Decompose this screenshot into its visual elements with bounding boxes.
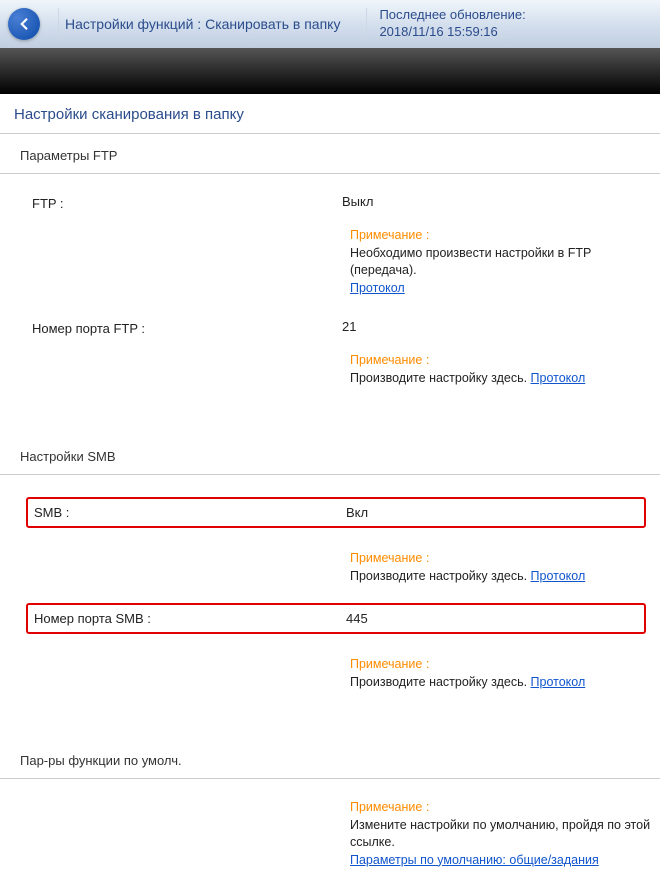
ftp-row: FTP : Выкл <box>0 174 660 211</box>
defaults-note: Примечание : Измените настройки по умолч… <box>0 779 660 881</box>
note-label: Примечание : <box>350 657 429 671</box>
smb-port-row-highlight: Номер порта SMB : 445 <box>26 603 646 634</box>
protocol-link[interactable]: Протокол <box>531 371 586 385</box>
ftp-note: Примечание : Необходимо произвести настр… <box>0 211 660 309</box>
smb-row-highlight: SMB : Вкл <box>26 497 646 528</box>
note-label: Примечание : <box>350 353 429 367</box>
ftp-label: FTP : <box>32 194 342 211</box>
note-text: Производите настройку здесь. <box>350 371 531 385</box>
separator <box>366 8 367 40</box>
toolbar-dark <box>0 48 660 94</box>
defaults-section-title: Пар-ры функции по умолч. <box>0 739 660 779</box>
protocol-link[interactable]: Протокол <box>531 569 586 583</box>
protocol-link[interactable]: Протокол <box>531 675 586 689</box>
smb-section-title: Настройки SMB <box>0 435 660 475</box>
smb-note: Примечание : Производите настройку здесь… <box>0 534 660 597</box>
ftp-value: Выкл <box>342 194 373 209</box>
smb-label: SMB : <box>34 505 346 520</box>
update-label: Последнее обновление: <box>379 7 525 24</box>
smb-value: Вкл <box>346 505 368 520</box>
note-text: Необходимо произвести настройки в FTP (п… <box>350 246 591 278</box>
note-label: Примечание : <box>350 551 429 565</box>
header-update: Последнее обновление: 2018/11/16 15:59:1… <box>373 7 525 41</box>
update-time: 2018/11/16 15:59:16 <box>379 24 525 41</box>
note-text: Производите настройку здесь. <box>350 675 531 689</box>
ftp-port-row: Номер порта FTP : 21 <box>0 309 660 336</box>
smb-port-note: Примечание : Производите настройку здесь… <box>0 640 660 703</box>
ftp-section-title: Параметры FTP <box>0 134 660 174</box>
arrow-left-icon <box>15 15 33 33</box>
smb-port-value: 445 <box>346 611 368 626</box>
header-title: Настройки функций : Сканировать в папку <box>65 16 360 32</box>
separator <box>58 8 59 40</box>
header-bar: Настройки функций : Сканировать в папку … <box>0 0 660 48</box>
ftp-port-value: 21 <box>342 319 356 334</box>
content: Настройки сканирования в папку Параметры… <box>0 94 660 881</box>
note-label: Примечание : <box>350 228 429 242</box>
smb-port-label: Номер порта SMB : <box>34 611 346 626</box>
page-title: Настройки сканирования в папку <box>0 94 660 134</box>
defaults-link[interactable]: Параметры по умолчанию: общие/задания <box>350 853 599 867</box>
protocol-link[interactable]: Протокол <box>350 281 405 295</box>
ftp-section: Параметры FTP FTP : Выкл Примечание : Не… <box>0 134 660 399</box>
ftp-port-label: Номер порта FTP : <box>32 319 342 336</box>
ftp-port-note: Примечание : Производите настройку здесь… <box>0 336 660 399</box>
note-text: Производите настройку здесь. <box>350 569 531 583</box>
note-label: Примечание : <box>350 800 429 814</box>
note-text: Измените настройки по умолчанию, пройдя … <box>350 818 650 850</box>
smb-section: Настройки SMB SMB : Вкл Примечание : Про… <box>0 435 660 703</box>
defaults-section: Пар-ры функции по умолч. Примечание : Из… <box>0 739 660 881</box>
back-button[interactable] <box>8 8 40 40</box>
